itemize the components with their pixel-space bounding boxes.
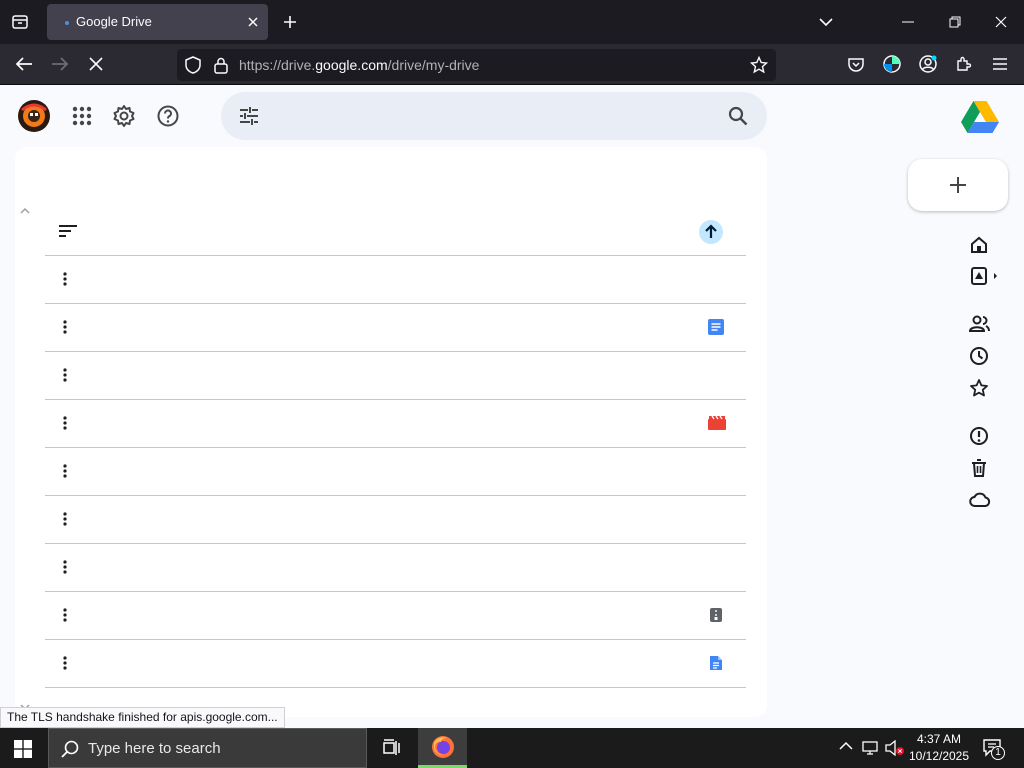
network-icon[interactable] bbox=[862, 740, 880, 756]
hamburger-menu-icon[interactable] bbox=[989, 53, 1011, 75]
settings-gear-icon[interactable] bbox=[112, 104, 136, 128]
new-button[interactable] bbox=[908, 159, 1008, 211]
close-tab-icon[interactable] bbox=[243, 12, 263, 32]
windows-taskbar: Type here to search 4:37 AM 10/12/2025 1 bbox=[0, 728, 1024, 768]
list-item[interactable] bbox=[45, 640, 746, 688]
search-bar[interactable] bbox=[221, 92, 767, 140]
browser-tab-bar: Google Drive bbox=[0, 0, 1024, 44]
more-actions-icon[interactable] bbox=[63, 463, 67, 479]
storage-cloud-icon[interactable] bbox=[969, 490, 991, 510]
video-icon bbox=[708, 415, 726, 431]
my-drive-icon[interactable] bbox=[969, 266, 1001, 286]
list-item[interactable] bbox=[45, 592, 746, 640]
zip-icon bbox=[708, 607, 724, 623]
home-icon[interactable] bbox=[969, 235, 989, 255]
shared-with-me-icon[interactable] bbox=[969, 314, 991, 334]
restore-window-icon[interactable] bbox=[943, 10, 967, 34]
list-item[interactable] bbox=[45, 400, 746, 448]
bookmark-star-icon[interactable] bbox=[749, 55, 769, 75]
address-bar[interactable]: https://drive.google.com/drive/my-drive bbox=[177, 49, 776, 81]
plus-icon bbox=[949, 176, 967, 194]
tab-google-drive[interactable]: Google Drive bbox=[47, 4, 268, 40]
scroll-up-arrow-icon[interactable] bbox=[19, 207, 31, 217]
sort-direction-arrow-up-icon[interactable] bbox=[699, 220, 723, 244]
taskbar-search-placeholder: Type here to search bbox=[88, 740, 221, 757]
more-actions-icon[interactable] bbox=[63, 559, 67, 575]
trash-icon[interactable] bbox=[969, 458, 989, 478]
show-hidden-icons-chevron-up-icon[interactable] bbox=[839, 741, 853, 755]
back-arrow-icon[interactable] bbox=[12, 52, 36, 76]
forward-arrow-icon[interactable] bbox=[48, 52, 72, 76]
list-item[interactable] bbox=[45, 544, 746, 592]
task-view-icon[interactable] bbox=[382, 739, 402, 757]
more-actions-icon[interactable] bbox=[63, 607, 67, 623]
stop-loading-icon[interactable] bbox=[84, 52, 108, 76]
url-host: google.com bbox=[315, 57, 388, 73]
list-all-tabs-icon[interactable] bbox=[8, 10, 32, 34]
clock-date: 10/12/2025 bbox=[908, 749, 970, 763]
taskbar-search-box[interactable]: Type here to search bbox=[48, 728, 367, 768]
url-path: /drive/my-drive bbox=[387, 57, 480, 73]
tracking-protection-shield-icon[interactable] bbox=[183, 55, 203, 75]
more-actions-icon[interactable] bbox=[63, 319, 67, 335]
list-item[interactable] bbox=[45, 448, 746, 496]
search-icon[interactable] bbox=[728, 106, 748, 126]
url-text[interactable]: https://drive.google.com/drive/my-drive bbox=[239, 57, 479, 73]
pocket-icon[interactable] bbox=[845, 53, 867, 75]
notifications-icon[interactable]: 1 bbox=[982, 738, 1008, 760]
firefox-taskbar-button[interactable] bbox=[418, 728, 467, 768]
apps-grid-icon[interactable] bbox=[72, 106, 92, 126]
more-actions-icon[interactable] bbox=[63, 655, 67, 671]
list-item[interactable] bbox=[45, 256, 746, 304]
drive-page bbox=[0, 85, 1024, 728]
volume-muted-icon[interactable] bbox=[885, 740, 905, 756]
lock-icon[interactable] bbox=[211, 55, 231, 75]
chevron-down-icon[interactable] bbox=[814, 10, 838, 34]
sort-icon[interactable] bbox=[58, 224, 78, 240]
list-item[interactable] bbox=[45, 304, 746, 352]
help-icon[interactable] bbox=[156, 104, 180, 128]
windows-start-icon[interactable] bbox=[14, 740, 32, 758]
new-tab-icon[interactable] bbox=[278, 10, 302, 34]
spam-icon[interactable] bbox=[969, 426, 989, 446]
docs-icon bbox=[708, 655, 724, 671]
more-actions-icon[interactable] bbox=[63, 367, 67, 383]
list-item[interactable] bbox=[45, 352, 746, 400]
firefox-icon bbox=[431, 735, 455, 759]
clock-time: 4:37 AM bbox=[916, 732, 962, 746]
avatar[interactable] bbox=[18, 100, 50, 132]
tab-loading-indicator bbox=[65, 21, 69, 25]
taskbar-clock[interactable]: 4:37 AM 10/12/2025 bbox=[904, 731, 974, 765]
starred-icon[interactable] bbox=[969, 378, 989, 398]
tab-title: Google Drive bbox=[76, 14, 152, 29]
browser-status-text: The TLS handshake finished for apis.goog… bbox=[0, 707, 285, 728]
recent-clock-icon[interactable] bbox=[969, 346, 989, 366]
more-actions-icon[interactable] bbox=[63, 415, 67, 431]
search-options-tune-icon[interactable] bbox=[239, 106, 259, 126]
extension-icon[interactable] bbox=[881, 53, 903, 75]
extensions-puzzle-icon[interactable] bbox=[953, 53, 975, 75]
close-window-icon[interactable] bbox=[989, 10, 1013, 34]
more-actions-icon[interactable] bbox=[63, 511, 67, 527]
account-icon[interactable] bbox=[917, 53, 939, 75]
minimize-window-icon[interactable] bbox=[896, 10, 920, 34]
docs-icon bbox=[708, 319, 724, 335]
search-icon bbox=[61, 740, 79, 758]
file-list-panel bbox=[15, 147, 767, 717]
more-actions-icon[interactable] bbox=[63, 271, 67, 287]
url-prefix: https://drive. bbox=[239, 57, 316, 73]
notification-count-badge: 1 bbox=[991, 746, 1005, 760]
google-drive-logo bbox=[961, 99, 999, 133]
list-item[interactable] bbox=[45, 496, 746, 544]
